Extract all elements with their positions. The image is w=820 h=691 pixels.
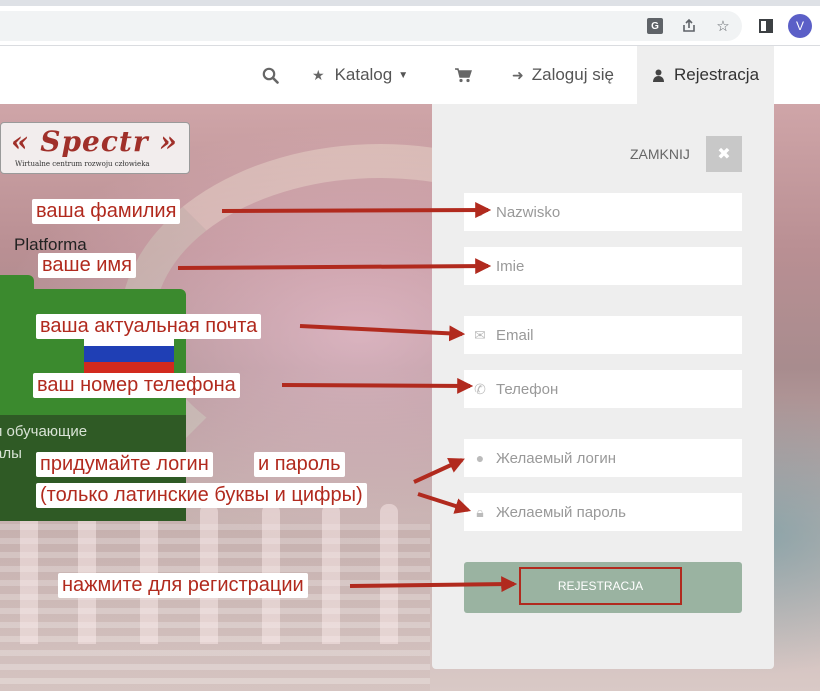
user-icon: ●	[475, 258, 485, 274]
email-placeholder: Email	[496, 326, 534, 344]
logo-subtitle: Wirtualne centrum rozwoju człowieka	[15, 160, 150, 168]
password-placeholder: Желаемый пароль	[496, 503, 626, 521]
nav-register[interactable]: Rejestracja	[637, 46, 774, 104]
surname-placeholder: Nazwisko	[496, 203, 561, 221]
address-bar[interactable]	[0, 11, 742, 41]
annotation-password: и пароль	[254, 452, 345, 477]
platform-label: Platforma	[14, 235, 87, 254]
annotation-latin-note: (только латинские буквы и цифры)	[36, 483, 367, 508]
lock-icon: 🔒︎	[476, 503, 484, 520]
name-input[interactable]: ● Imie	[464, 247, 742, 285]
side-panel-icon[interactable]	[756, 16, 776, 36]
close-icon: ✖	[717, 146, 731, 163]
registration-panel: ZAMKNIJ ✖ ● Nazwisko ● Imie ✉ Email ✆ Те…	[432, 104, 774, 669]
nav-katalog[interactable]: ★ Katalog ▼	[312, 46, 408, 104]
caret-down-icon: ▼	[398, 69, 409, 81]
spectr-logo[interactable]: « Spectr » Wirtualne centrum rozwoju czł…	[0, 122, 190, 174]
email-input[interactable]: ✉ Email	[464, 316, 742, 354]
folder-caption-line2: алы	[0, 445, 22, 462]
logo-wordmark: « Spectr »	[11, 125, 178, 158]
annotation-phone: ваш номер телефона	[33, 373, 240, 398]
sign-in-icon: ➜	[512, 66, 524, 83]
annotation-submit: нажмите для регистрации	[58, 573, 308, 598]
star-icon: ★	[312, 66, 325, 83]
annotation-name: ваше имя	[38, 253, 136, 278]
nav-register-label: Rejestracja	[674, 65, 760, 84]
user-icon: ●	[475, 450, 485, 466]
bookmark-star-icon[interactable]: ☆	[713, 16, 733, 36]
site-navbar: ★ Katalog ▼ ➜ Zaloguj się Rejestracja	[0, 46, 820, 104]
share-icon[interactable]	[679, 16, 699, 36]
annotation-surname: ваша фамилия	[32, 199, 181, 224]
nav-login-label: Zaloguj się	[531, 65, 614, 84]
surname-input[interactable]: ● Nazwisko	[464, 193, 742, 231]
folder-caption-line1: и обучающие	[0, 423, 88, 440]
name-placeholder: Imie	[496, 257, 525, 275]
search-icon	[262, 67, 279, 84]
profile-avatar[interactable]: V	[788, 14, 812, 38]
flag-stripe-blue	[84, 345, 174, 363]
close-label[interactable]: ZAMKNIJ	[630, 146, 690, 162]
nav-login[interactable]: ➜ Zaloguj się	[512, 46, 614, 104]
annotation-login: придумайте логин	[36, 452, 213, 477]
phone-placeholder: Телефон	[496, 380, 559, 398]
translate-icon[interactable]: G	[645, 16, 665, 36]
user-icon	[653, 69, 664, 82]
user-icon: ●	[475, 204, 485, 220]
nav-katalog-label: Katalog	[334, 65, 393, 84]
close-button[interactable]: ✖	[706, 136, 742, 172]
register-submit-button[interactable]: REJESTRACJA	[464, 562, 742, 613]
phone-icon: ✆	[474, 380, 486, 397]
cart-button[interactable]	[454, 46, 472, 104]
browser-toolbar: G ☆ V	[0, 6, 820, 46]
register-submit-label: REJESTRACJA	[519, 567, 682, 605]
login-placeholder: Желаемый логин	[496, 449, 616, 467]
annotation-email: ваша актуальная почта	[36, 314, 262, 339]
envelope-icon: ✉	[474, 326, 486, 343]
password-input[interactable]: 🔒︎ Желаемый пароль	[464, 493, 742, 531]
login-input[interactable]: ● Желаемый логин	[464, 439, 742, 477]
phone-input[interactable]: ✆ Телефон	[464, 370, 742, 408]
cart-icon	[455, 68, 472, 83]
search-button[interactable]	[262, 46, 282, 104]
